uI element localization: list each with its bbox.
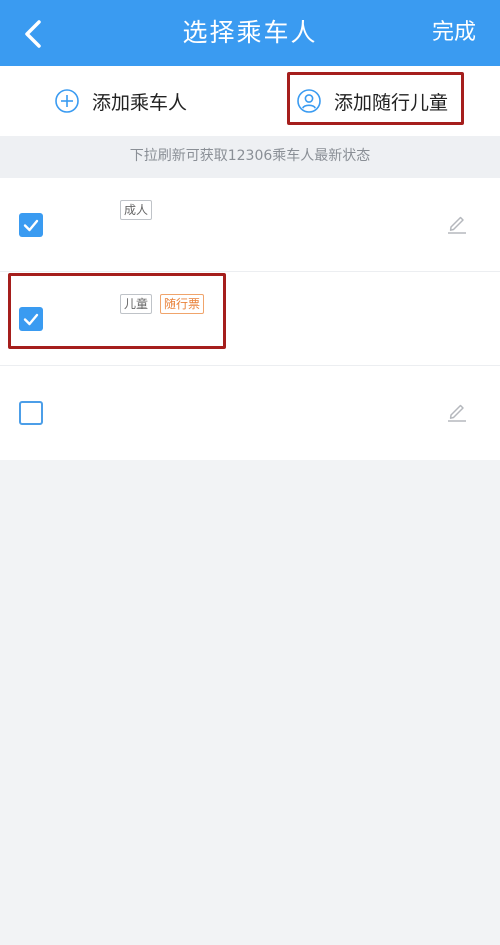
passenger-row[interactable]: 成人 [0,178,500,272]
checkmark-icon [23,219,39,232]
passenger-checkbox[interactable] [19,213,43,237]
done-button[interactable]: 完成 [432,16,476,50]
add-passenger-label: 添加乘车人 [92,91,188,114]
passenger-tags: 成人 [120,200,153,220]
highlight-box-add-child [287,72,464,125]
page-title: 选择乘车人 [182,18,318,47]
highlight-box-child-row [8,273,226,349]
pencil-icon [448,404,466,422]
add-passenger-button[interactable]: 添加乘车人 [54,66,187,136]
plus-circle-icon [54,88,80,114]
tag-adult: 成人 [120,200,153,220]
passenger-checkbox[interactable] [19,401,43,425]
pencil-icon [448,216,466,234]
passenger-row[interactable] [0,366,500,460]
refresh-hint: 下拉刷新可获取12306乘车人最新状态 [0,136,500,178]
edit-passenger-button[interactable] [446,213,468,235]
edit-passenger-button[interactable] [446,401,468,423]
app-header: 选择乘车人 完成 [0,0,500,66]
